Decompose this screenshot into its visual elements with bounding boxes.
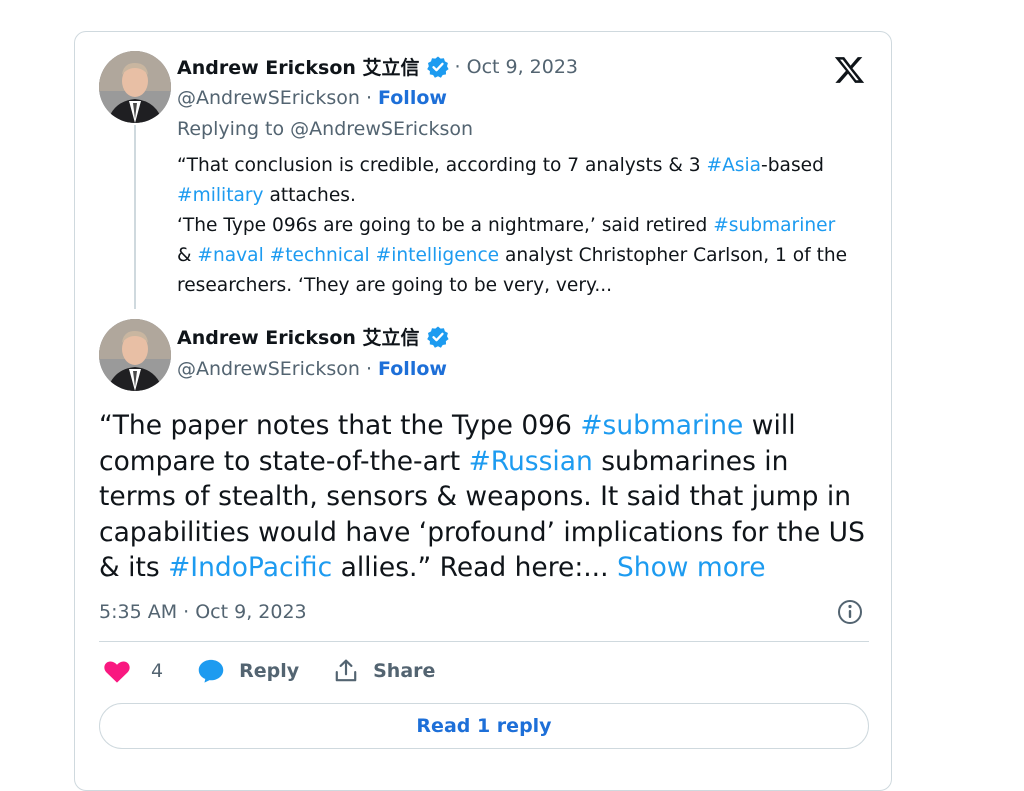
action-bar: 4 Reply Share <box>103 658 469 684</box>
main-follow-button[interactable]: Follow <box>378 358 447 380</box>
hashtag-asia[interactable]: #Asia <box>707 155 762 176</box>
hashtag-indopacific[interactable]: #IndoPacific <box>168 552 332 583</box>
main-author-row: Andrew Erickson 艾立信 <box>177 323 450 350</box>
verified-badge-icon <box>426 325 450 349</box>
embedded-tweet-card: Andrew Erickson 艾立信 · Oct 9, 2023 @Andre… <box>74 31 892 791</box>
like-count: 4 <box>151 660 164 682</box>
reply-bubble-icon <box>198 659 224 683</box>
verified-badge-icon <box>426 55 450 79</box>
read-replies-button[interactable]: Read 1 reply <box>99 703 869 749</box>
tweet-timestamp[interactable]: 5:35 AM · Oct 9, 2023 <box>99 601 307 623</box>
quoted-tweet-date[interactable]: · Oct 9, 2023 <box>455 56 579 78</box>
separator-dot: · <box>365 87 372 109</box>
hashtag-submarine[interactable]: #submarine <box>580 410 743 441</box>
hashtag-technical[interactable]: #technical <box>270 245 370 266</box>
hashtag-intelligence[interactable]: #intelligence <box>376 245 499 266</box>
quoted-handle-row: @AndrewSErickson · Follow <box>177 87 447 109</box>
divider <box>99 641 869 642</box>
text-segment: “That conclusion is credible, according … <box>177 155 707 176</box>
main-author-avatar[interactable] <box>99 319 171 391</box>
quoted-tweet-text: “That conclusion is credible, according … <box>177 151 877 301</box>
quoted-author-name[interactable]: Andrew Erickson 艾立信 <box>177 53 420 80</box>
quoted-author-handle[interactable]: @AndrewSErickson <box>177 87 360 109</box>
main-author-handle[interactable]: @AndrewSErickson <box>177 358 360 380</box>
hashtag-submariner[interactable]: #submariner <box>713 215 835 236</box>
text-segment: -based <box>761 155 824 176</box>
replying-to-label: Replying to @AndrewSErickson <box>177 118 474 140</box>
text-segment: analyst Christopher Carlson, 1 of the <box>499 245 848 266</box>
text-segment: ‘The Type 096s are going to be a nightma… <box>177 215 714 236</box>
hashtag-military[interactable]: #military <box>177 185 264 206</box>
share-label: Share <box>373 660 436 682</box>
share-icon <box>335 659 357 682</box>
text-segment: & <box>177 245 198 266</box>
hashtag-russian[interactable]: #Russian <box>469 446 593 477</box>
reply-button[interactable]: Reply <box>197 658 299 684</box>
main-handle-row: @AndrewSErickson · Follow <box>177 358 447 380</box>
thread-connector-line <box>134 125 136 309</box>
main-author-name[interactable]: Andrew Erickson 艾立信 <box>177 323 420 350</box>
quoted-author-avatar[interactable] <box>99 51 171 123</box>
text-segment: researchers. ‘They are going to be very,… <box>177 275 613 296</box>
info-icon[interactable] <box>836 598 864 626</box>
x-logo-icon[interactable] <box>833 54 866 86</box>
quoted-author-row: Andrew Erickson 艾立信 · Oct 9, 2023 <box>177 53 578 80</box>
show-more-link[interactable]: Show more <box>617 552 766 583</box>
hashtag-naval[interactable]: #naval <box>197 245 263 266</box>
text-segment: “The paper notes that the Type 096 <box>99 410 581 441</box>
separator-dot: · <box>365 358 372 380</box>
like-button[interactable]: 4 <box>103 658 163 684</box>
quoted-follow-button[interactable]: Follow <box>378 87 447 109</box>
main-tweet-text: “The paper notes that the Type 096 #subm… <box>99 408 869 586</box>
text-segment: attaches. <box>263 185 356 206</box>
heart-icon <box>104 661 130 683</box>
reply-label: Reply <box>239 660 300 682</box>
text-segment: allies.” Read here:... <box>332 552 617 583</box>
share-button[interactable]: Share <box>333 658 435 684</box>
